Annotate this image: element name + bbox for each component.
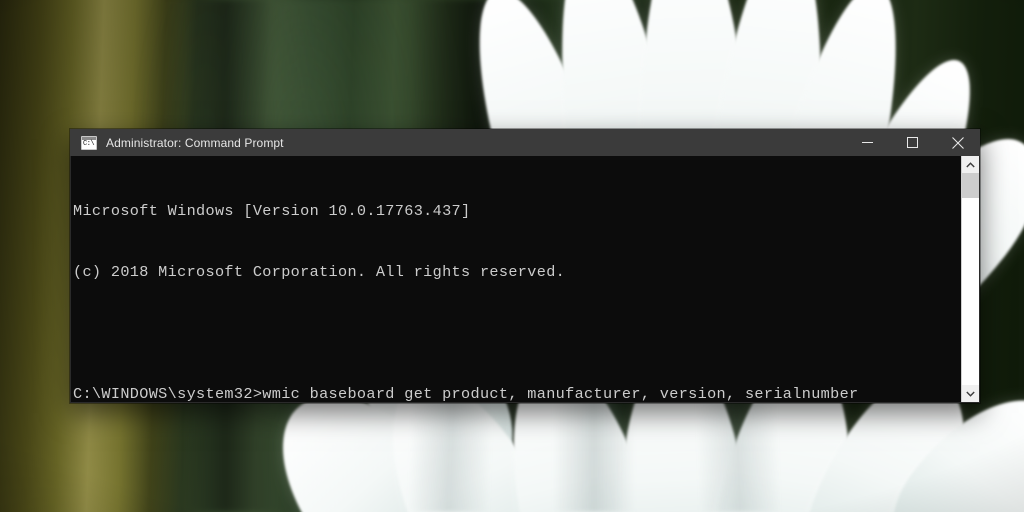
- minimize-button[interactable]: [845, 129, 890, 156]
- scrollbar-track[interactable]: [962, 173, 979, 385]
- console-text: Microsoft Windows [Version 10.0.17763.43…: [73, 160, 957, 403]
- window-title: Administrator: Command Prompt: [106, 135, 284, 150]
- close-button[interactable]: [935, 129, 980, 156]
- console-line-command: C:\WINDOWS\system32>wmic baseboard get p…: [73, 385, 859, 403]
- window-title-bar[interactable]: C:\ Administrator: Command Prompt: [70, 129, 980, 156]
- command-prompt-window[interactable]: C:\ Administrator: Command Prompt Micros…: [70, 129, 980, 403]
- cmd-icon-glyph: C:\: [83, 139, 95, 148]
- scroll-up-arrow-icon[interactable]: [962, 156, 979, 173]
- desktop-wallpaper: C:\ Administrator: Command Prompt Micros…: [0, 0, 1024, 512]
- scrollbar-thumb[interactable]: [962, 173, 979, 198]
- maximize-button[interactable]: [890, 129, 935, 156]
- console-output-area[interactable]: Microsoft Windows [Version 10.0.17763.43…: [70, 156, 980, 403]
- cmd-icon: C:\: [81, 135, 97, 150]
- scroll-down-arrow-icon[interactable]: [962, 385, 979, 402]
- window-controls[interactable]: [845, 129, 980, 156]
- console-line: Microsoft Windows [Version 10.0.17763.43…: [73, 201, 471, 220]
- console-scrollbar[interactable]: [961, 156, 979, 402]
- console-line: (c) 2018 Microsoft Corporation. All righ…: [73, 263, 566, 282]
